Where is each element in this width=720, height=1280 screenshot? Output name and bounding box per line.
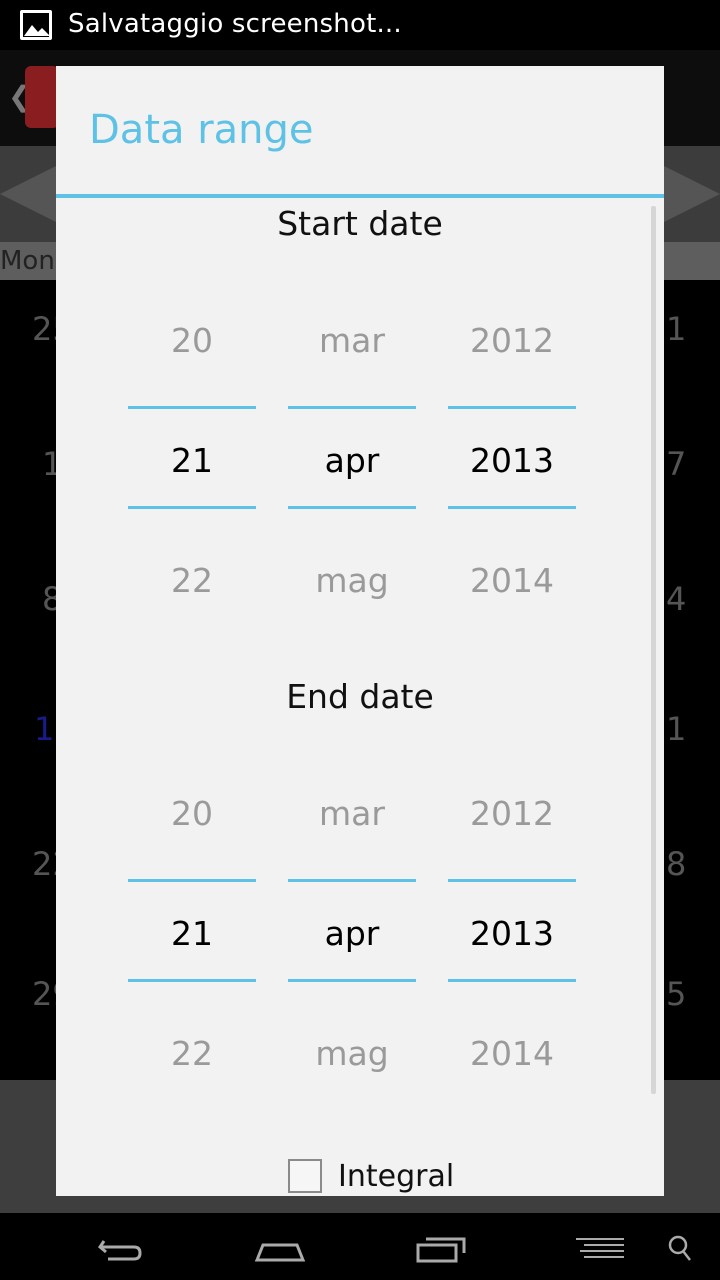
notification-text: Salvataggio screenshot... xyxy=(68,9,402,39)
navigation-bar xyxy=(0,1213,720,1280)
picker-divider xyxy=(288,879,416,882)
integral-label: Integral xyxy=(338,1159,455,1194)
picker-divider xyxy=(128,879,256,882)
end-month-next[interactable]: mag xyxy=(288,1034,416,1073)
end-year-picker[interactable]: 2012 2013 xyxy=(448,779,576,999)
start-year-next[interactable]: 2014 xyxy=(448,561,576,600)
end-day-picker[interactable]: 20 21 xyxy=(128,779,256,999)
previous-month-arrow-icon xyxy=(0,166,56,222)
calendar-day: 4 xyxy=(666,580,687,618)
end-month-value[interactable]: apr xyxy=(288,914,416,953)
search-icon[interactable] xyxy=(664,1227,696,1271)
picker-divider xyxy=(128,506,256,509)
picker-divider xyxy=(128,979,256,982)
picker-divider xyxy=(288,979,416,982)
picker-divider xyxy=(288,506,416,509)
recent-apps-icon[interactable] xyxy=(414,1227,468,1271)
picker-divider xyxy=(448,979,576,982)
start-day-prev[interactable]: 20 xyxy=(128,321,256,360)
home-icon[interactable] xyxy=(253,1227,307,1271)
start-month-prev[interactable]: mar xyxy=(288,321,416,360)
calendar-day-today: 1 xyxy=(34,710,55,748)
weekday-label: Mon xyxy=(0,246,55,276)
integral-checkbox[interactable] xyxy=(288,1159,322,1193)
dialog-scrollbar[interactable] xyxy=(651,206,656,1094)
data-range-dialog: Data range Start date 20 21 mar apr 2012… xyxy=(56,66,664,1196)
app-icon xyxy=(25,66,59,128)
picker-divider xyxy=(448,406,576,409)
calendar-day: 7 xyxy=(666,445,687,483)
picker-divider xyxy=(288,406,416,409)
calendar-day: 1 xyxy=(666,310,687,348)
picker-divider xyxy=(448,879,576,882)
start-month-value[interactable]: apr xyxy=(288,441,416,480)
end-date-label: End date xyxy=(286,677,434,716)
start-year-value[interactable]: 2013 xyxy=(448,441,576,480)
calendar-day: 1 xyxy=(666,710,687,748)
calendar-day: 5 xyxy=(666,975,687,1013)
end-year-value[interactable]: 2013 xyxy=(448,914,576,953)
end-day-next[interactable]: 22 xyxy=(128,1034,256,1073)
start-year-prev[interactable]: 2012 xyxy=(448,321,576,360)
start-day-picker[interactable]: 20 21 xyxy=(128,306,256,526)
picker-divider xyxy=(128,406,256,409)
start-day-next[interactable]: 22 xyxy=(128,561,256,600)
status-bar: Salvataggio screenshot... xyxy=(0,0,720,50)
menu-icon[interactable] xyxy=(574,1227,628,1271)
end-year-next[interactable]: 2014 xyxy=(448,1034,576,1073)
dialog-title: Data range xyxy=(89,107,314,153)
end-year-prev[interactable]: 2012 xyxy=(448,794,576,833)
end-month-prev[interactable]: mar xyxy=(288,794,416,833)
start-month-next[interactable]: mag xyxy=(288,561,416,600)
end-month-picker[interactable]: mar apr xyxy=(288,779,416,999)
start-date-label: Start date xyxy=(277,204,443,243)
image-icon xyxy=(20,10,52,40)
title-divider xyxy=(56,194,664,198)
end-day-value[interactable]: 21 xyxy=(128,914,256,953)
end-day-prev[interactable]: 20 xyxy=(128,794,256,833)
start-day-value[interactable]: 21 xyxy=(128,441,256,480)
picker-divider xyxy=(448,506,576,509)
start-year-picker[interactable]: 2012 2013 xyxy=(448,306,576,526)
start-month-picker[interactable]: mar apr xyxy=(288,306,416,526)
back-icon[interactable] xyxy=(94,1227,146,1271)
calendar-day: 8 xyxy=(666,845,687,883)
screen: Salvataggio screenshot... ❮ Mon 25 1 8 1… xyxy=(0,0,720,1280)
next-month-arrow-icon xyxy=(664,166,720,222)
